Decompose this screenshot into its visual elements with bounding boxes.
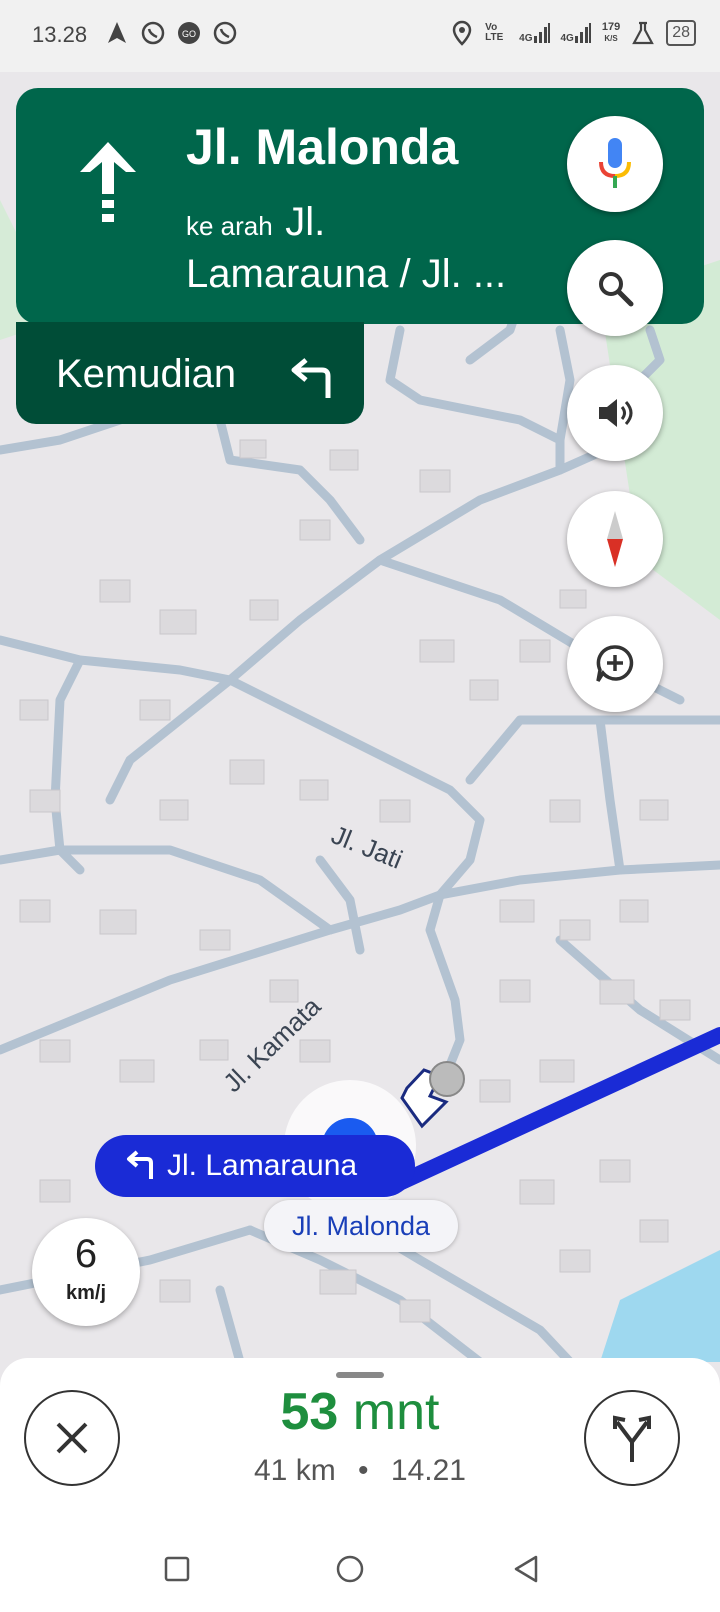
network-type: 4G	[560, 33, 574, 44]
next-turn-street: Jl. Lamarauna	[167, 1149, 358, 1182]
add-comment-icon	[596, 645, 634, 682]
compass-icon	[607, 511, 623, 567]
whatsapp-icon	[213, 21, 237, 45]
next-turn-label[interactable]: Jl. Lamarauna	[95, 1135, 415, 1197]
data-speed-value: 179	[601, 21, 621, 33]
network-4g-2: 4G	[561, 22, 592, 44]
sheet-drag-handle[interactable]	[336, 1372, 384, 1378]
speed-unit: km/j	[65, 1282, 107, 1304]
battery-level: 28	[672, 24, 690, 41]
toward-street-line1: Jl.	[285, 200, 326, 244]
battery-icon: 28	[666, 20, 696, 46]
navigation-icon	[108, 22, 126, 43]
speed-value: 6	[74, 1232, 98, 1276]
turn-left-icon	[291, 358, 331, 398]
compass-button[interactable]	[567, 491, 663, 587]
trip-separator: •	[358, 1454, 369, 1487]
system-icons: Vo LTE 4G 4G 179 K/S 28	[449, 20, 696, 46]
straight-arrow-icon	[80, 142, 136, 222]
report-button[interactable]	[567, 616, 663, 712]
svg-text:GO: GO	[182, 29, 196, 39]
recent-apps-icon[interactable]	[164, 1556, 190, 1582]
trip-summary-sheet[interactable]: 53 mnt 41 km • 14.21	[0, 1358, 720, 1522]
network-type: 4G	[519, 33, 533, 44]
whatsapp-icon	[141, 21, 165, 45]
volte-indicator: Vo LTE	[485, 22, 504, 43]
sound-button[interactable]	[567, 365, 663, 461]
search-icon	[599, 272, 634, 307]
lab-icon	[632, 21, 655, 45]
current-street: Jl. Malonda	[186, 119, 459, 175]
toward-street-line2: Lamarauna / Jl. ...	[186, 252, 507, 296]
eta-unit: mnt	[352, 1383, 440, 1441]
signal-icon	[574, 23, 591, 43]
search-button[interactable]	[567, 240, 663, 336]
system-navigation-bar	[0, 1522, 720, 1612]
speedometer: 6 km/j	[32, 1218, 140, 1326]
fork-route-icon	[613, 1415, 651, 1462]
status-bar: 13.28 GO Vo LTE 4G 4G 179 K/S 28	[0, 0, 720, 72]
then-label: Kemudian	[56, 352, 237, 396]
turn-left-icon	[127, 1150, 153, 1179]
back-icon[interactable]	[512, 1555, 540, 1583]
data-speed: 179 K/S	[602, 22, 620, 44]
eta-number: 53	[280, 1383, 339, 1441]
network-4g-1: 4G	[519, 22, 550, 44]
microphone-icon	[599, 138, 631, 188]
voice-search-button[interactable]	[567, 116, 663, 212]
current-street-label: Jl. Malonda	[264, 1200, 458, 1252]
signal-icon	[533, 23, 550, 43]
gojek-icon: GO	[178, 22, 200, 44]
toward-prefix: ke arah	[186, 211, 273, 241]
trip-distance: 41 km	[254, 1454, 336, 1487]
arrival-time: 14.21	[390, 1454, 466, 1487]
home-icon[interactable]	[336, 1555, 364, 1583]
then-instruction[interactable]: Kemudian	[16, 322, 364, 424]
location-icon	[452, 20, 472, 46]
status-time: 13.28	[32, 22, 88, 47]
notification-icons: GO	[104, 20, 238, 46]
alternate-routes-button[interactable]	[584, 1390, 680, 1486]
volume-icon	[599, 399, 633, 427]
data-speed-unit: K/S	[604, 34, 618, 43]
toward-text: ke arah Jl.	[186, 200, 325, 245]
